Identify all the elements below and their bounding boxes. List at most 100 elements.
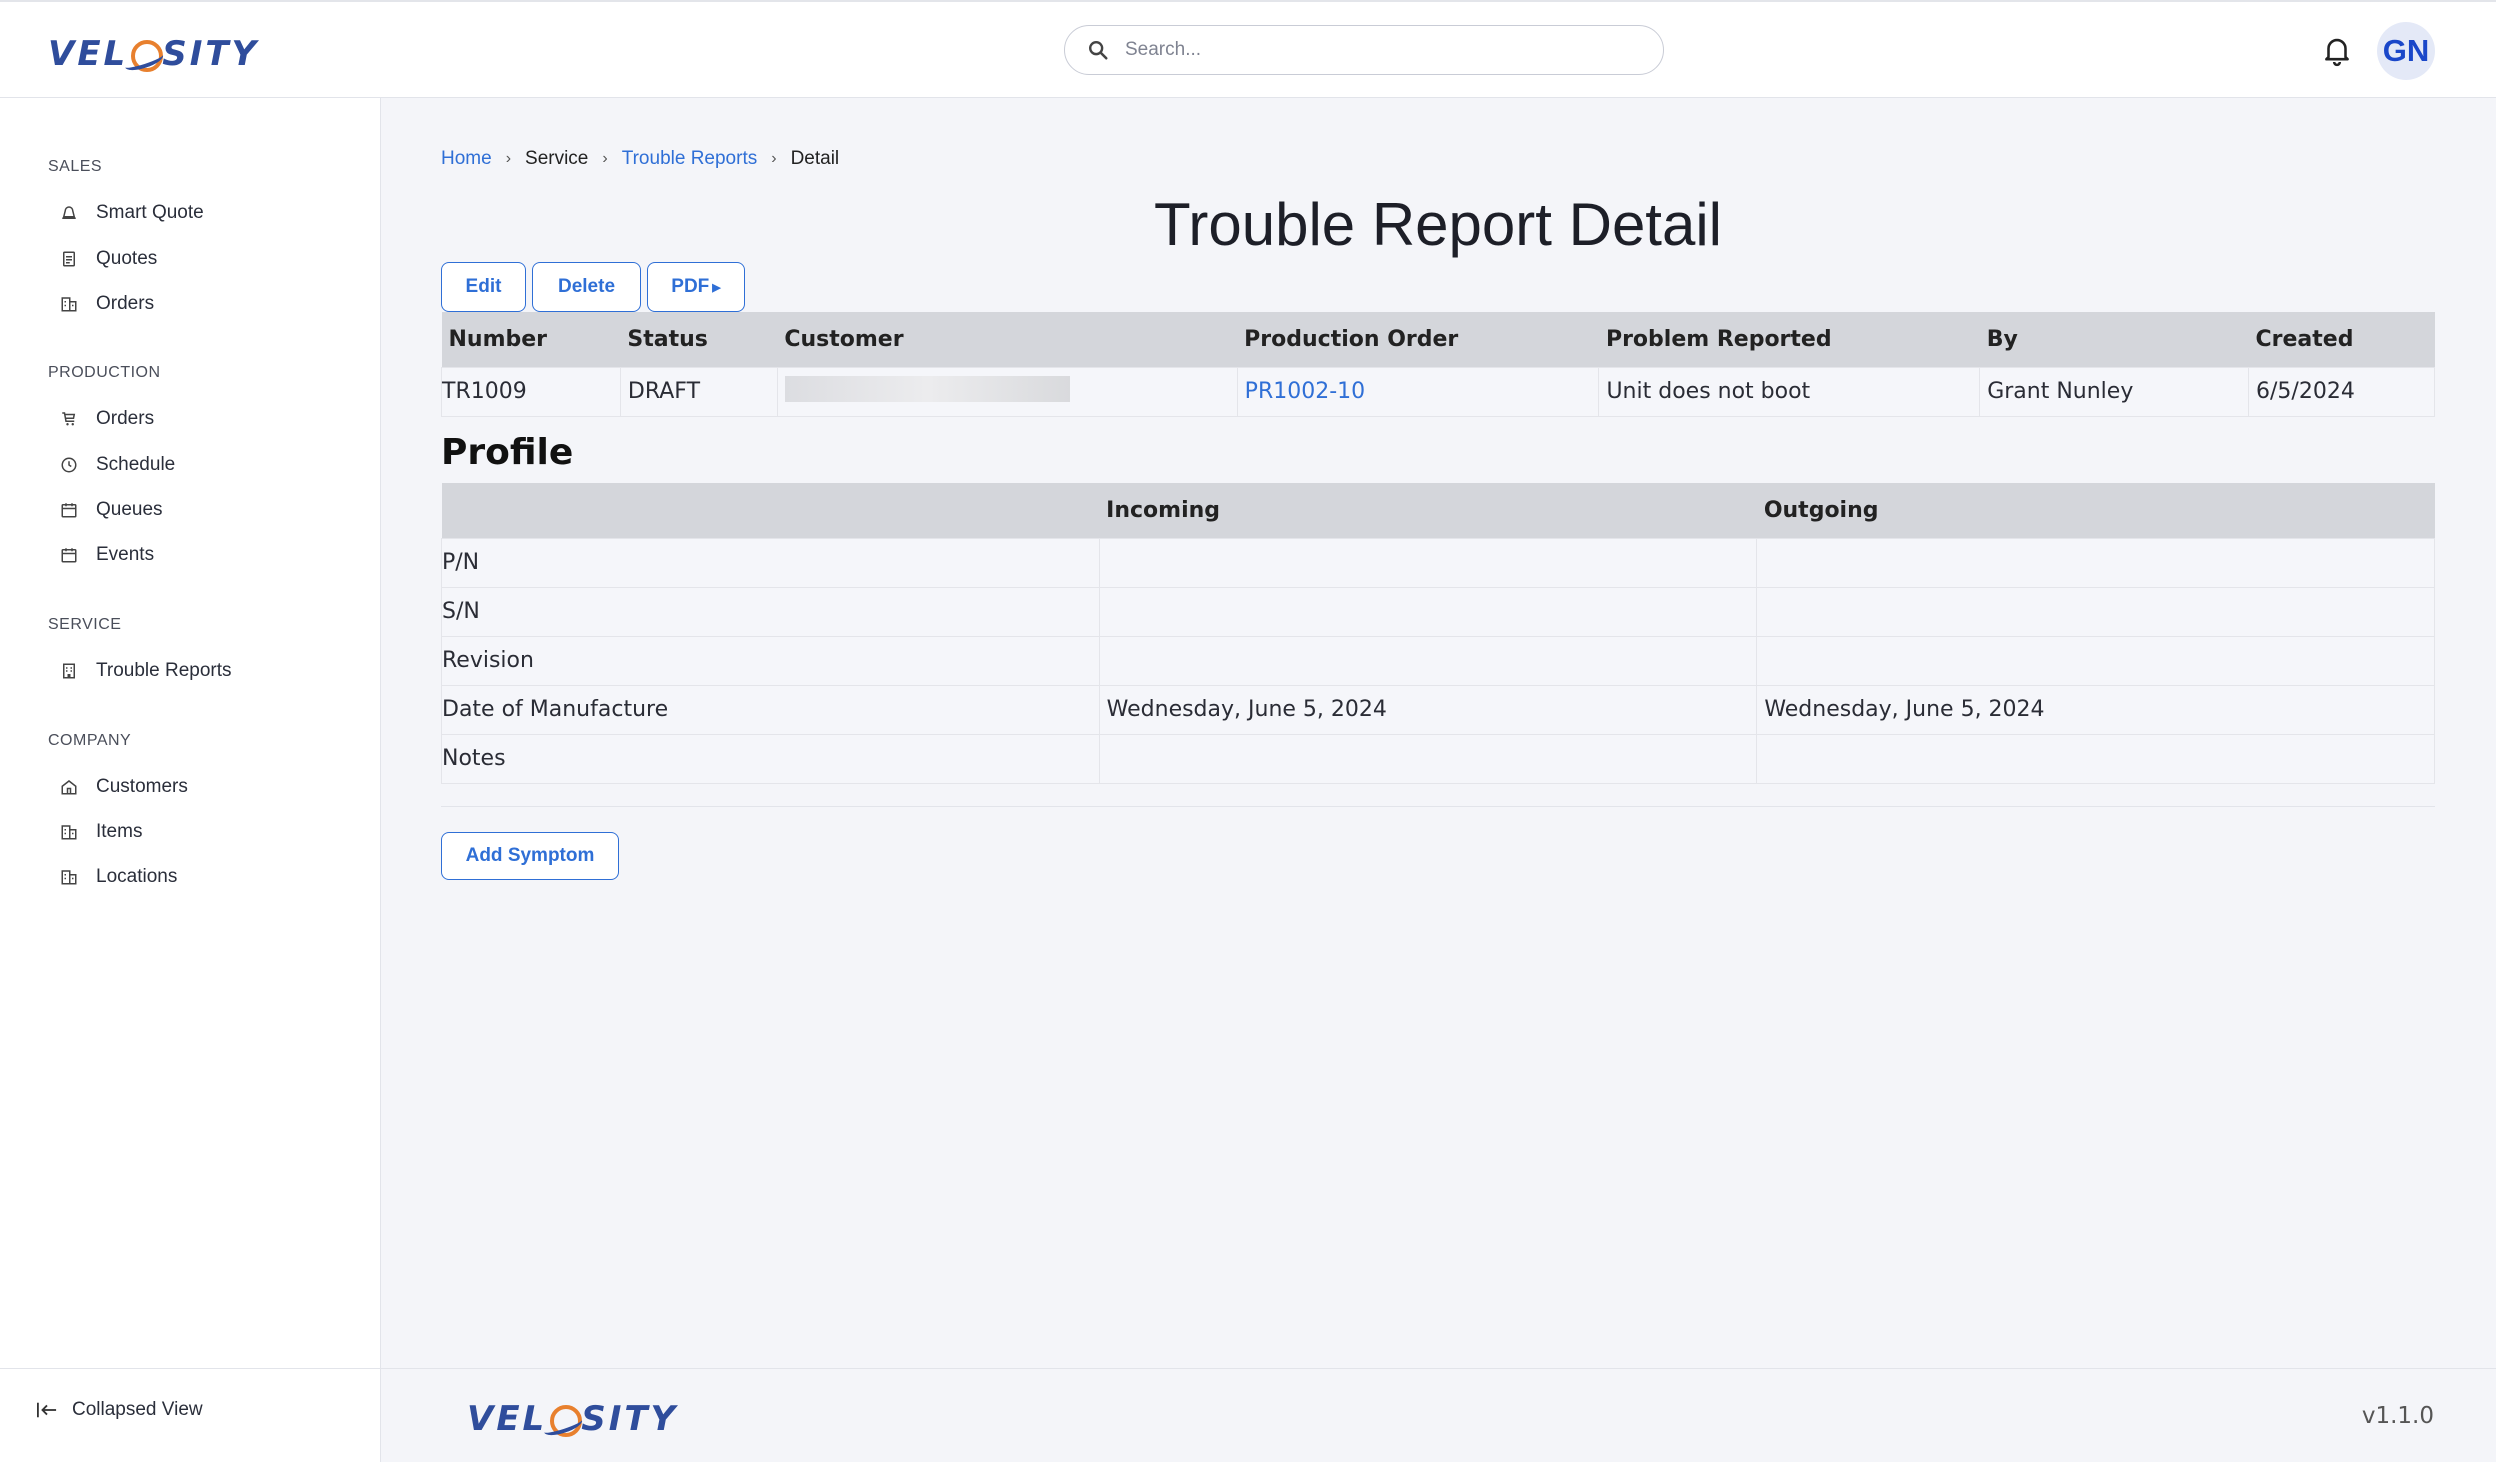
velosity-footer-logo: VEL SITY	[467, 1391, 678, 1447]
sidebar-item-label: Items	[96, 821, 143, 842]
sidebar-section-service: SERVICE	[48, 616, 122, 633]
column-header-incoming: Incoming	[1099, 483, 1757, 538]
caret-right-icon: ▶	[712, 281, 721, 294]
calendar-icon	[61, 503, 77, 518]
cart-icon	[62, 412, 76, 426]
pdf-button[interactable]: PDF ▶	[647, 262, 745, 312]
table-row: TR1009 DRAFT PR1002-10 Unit does not boo…	[441, 366, 2435, 417]
clock-icon	[61, 457, 77, 473]
breadcrumb-trouble-reports[interactable]: Trouble Reports	[622, 148, 758, 170]
cell-number: TR1009	[441, 366, 621, 417]
sidebar-item-locations[interactable]: Locations	[60, 860, 177, 894]
sidebar-item-label: Queues	[96, 499, 163, 520]
sidebar-item-label: Customers	[96, 776, 188, 797]
cell-by: Grant Nunley	[1979, 366, 2250, 417]
logo-orbit-icon	[547, 1405, 583, 1437]
building-icon	[61, 825, 77, 840]
search-bar[interactable]	[1064, 25, 1664, 75]
sidebar-item-label: Orders	[96, 408, 155, 429]
sidebar-item-items[interactable]: Items	[60, 815, 142, 849]
row-label: S/N	[441, 586, 1100, 637]
sidebar-section-company: COMPANY	[48, 732, 132, 749]
table-row: S/N	[441, 586, 2435, 637]
table-row: Date of Manufacture Wednesday, June 5, 2…	[441, 684, 2435, 735]
sidebar-item-smart-quote[interactable]: Smart Quote	[60, 196, 204, 230]
breadcrumb: Home › Service › Trouble Reports › Detai…	[441, 145, 839, 173]
home-icon	[61, 780, 77, 795]
sidebar-footer: Collapsed View	[0, 1368, 381, 1462]
collapsed-view-label: Collapsed View	[72, 1399, 203, 1420]
breadcrumb-detail: Detail	[790, 148, 840, 169]
section-divider	[441, 806, 2435, 807]
logo-text-left: VEL	[48, 34, 129, 74]
cell-incoming	[1098, 586, 1758, 637]
trouble-report-table: Number Status Customer Production Order …	[441, 312, 2435, 417]
sidebar-item-trouble-reports[interactable]: Trouble Reports	[60, 654, 232, 688]
column-header-production-order: Production Order	[1237, 312, 1599, 367]
sidebar-item-label: Locations	[96, 866, 178, 887]
column-header-outgoing: Outgoing	[1756, 483, 2435, 538]
table-row: P/N	[441, 537, 2435, 588]
user-avatar[interactable]: GN	[2377, 22, 2435, 80]
chevron-right-icon: ›	[602, 150, 608, 167]
velosity-logo[interactable]: VEL SITY	[48, 26, 259, 82]
redacted-customer	[784, 375, 1070, 402]
sidebar-item-label: Trouble Reports	[96, 660, 232, 681]
row-label: P/N	[441, 537, 1100, 588]
sidebar-item-queues[interactable]: Queues	[60, 493, 163, 527]
logo-orbit-icon	[128, 40, 164, 72]
add-symptom-button[interactable]: Add Symptom	[441, 832, 619, 880]
version-label: v1.1.0	[2361, 1403, 2434, 1429]
cell-production-order: PR1002-10	[1236, 366, 1600, 417]
column-header-label	[441, 483, 1100, 538]
document-icon	[63, 251, 75, 267]
row-label: Date of Manufacture	[441, 684, 1100, 735]
delete-button[interactable]: Delete	[532, 262, 641, 312]
profile-table: Incoming Outgoing P/N S/N Revision Date …	[441, 483, 2435, 784]
building-icon	[61, 297, 77, 312]
cell-incoming	[1098, 537, 1758, 588]
column-header-by: By	[1979, 312, 2249, 367]
sidebar: SALES Smart Quote Quotes Orders PRODUCTI…	[0, 98, 381, 1462]
table-header-row: Number Status Customer Production Order …	[441, 312, 2435, 367]
page-title: Trouble Report Detail	[1153, 191, 1723, 258]
page-footer: VEL SITY v1.1.0	[381, 1368, 2496, 1462]
sidebar-item-quotes[interactable]: Quotes	[60, 242, 157, 276]
cell-incoming	[1098, 733, 1758, 784]
breadcrumb-home[interactable]: Home	[441, 148, 492, 170]
cell-outgoing: Wednesday, June 5, 2024	[1756, 684, 2435, 735]
logo-text-right: SITY	[581, 1399, 679, 1439]
chevron-right-icon: ›	[771, 150, 777, 167]
sidebar-item-label: Schedule	[96, 454, 176, 475]
cell-outgoing	[1756, 537, 2435, 588]
logo-text-right: SITY	[162, 34, 260, 74]
cell-incoming: Wednesday, June 5, 2024	[1098, 684, 1758, 735]
cell-incoming	[1098, 635, 1758, 686]
cell-status: DRAFT	[619, 366, 778, 417]
sidebar-item-label: Smart Quote	[96, 202, 204, 223]
search-input[interactable]	[1125, 39, 1625, 61]
sidebar-item-customers[interactable]: Customers	[60, 770, 188, 804]
collapsed-view-toggle[interactable]: Collapsed View	[36, 1399, 203, 1421]
edit-button[interactable]: Edit	[441, 262, 526, 312]
production-order-link[interactable]: PR1002-10	[1245, 379, 1365, 404]
sidebar-item-schedule[interactable]: Schedule	[60, 448, 175, 482]
notification-bell-icon[interactable]	[2320, 32, 2354, 68]
building-icon	[61, 870, 77, 885]
sidebar-item-production-orders[interactable]: Orders	[60, 402, 154, 436]
table-row: Revision	[441, 635, 2435, 686]
column-header-customer: Customer	[777, 312, 1238, 367]
sidebar-section-production: PRODUCTION	[48, 364, 161, 381]
pdf-button-label: PDF	[671, 276, 710, 297]
row-label: Revision	[441, 635, 1100, 686]
row-label: Notes	[441, 733, 1100, 784]
profile-header-row: Incoming Outgoing	[441, 483, 2435, 538]
sidebar-section-sales: SALES	[48, 158, 103, 175]
sidebar-item-sales-orders[interactable]: Orders	[60, 287, 154, 321]
sidebar-item-label: Events	[96, 544, 155, 565]
collapse-left-icon	[37, 1402, 57, 1418]
sidebar-item-events[interactable]: Events	[60, 538, 154, 572]
office-icon	[63, 663, 75, 679]
logo-text-left: VEL	[467, 1399, 548, 1439]
table-row: Notes	[441, 733, 2435, 784]
